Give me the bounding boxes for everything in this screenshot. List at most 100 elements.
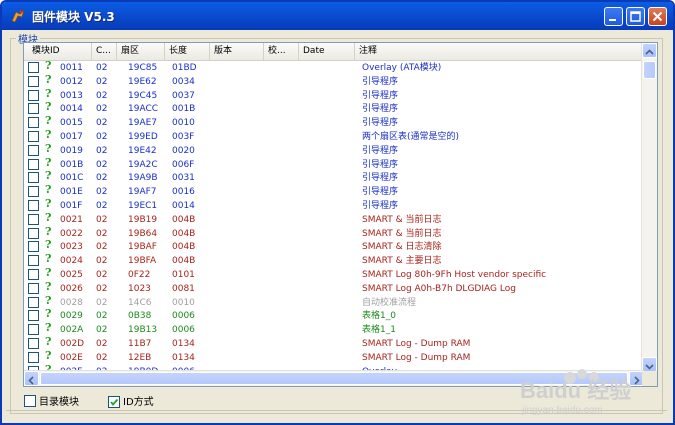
column-header-note[interactable]: 注释 — [355, 43, 644, 60]
table-row[interactable]: ? 0012 02 19E62 0034 引导程序 — [24, 73, 644, 89]
table-row[interactable]: ? 0013 02 19C45 0037 引导程序 — [24, 87, 644, 103]
table-row[interactable]: ? 0023 02 19BAF 004B SMART & 日志清除 — [24, 238, 644, 254]
title-bar[interactable]: 固件模块 V5.3 — [2, 2, 673, 30]
row-checkbox[interactable] — [28, 144, 39, 156]
sector-cell: 19BAF — [128, 242, 157, 253]
id-mode-checkbox[interactable] — [108, 396, 120, 408]
sector-cell: 0B38 — [128, 311, 152, 322]
table-row[interactable]: ? 0019 02 19E42 0020 引导程序 — [24, 142, 644, 158]
table-row[interactable]: ? 0029 02 0B38 0006 表格1_0 — [24, 307, 644, 323]
length-cell: 0101 — [172, 270, 195, 280]
dir-module-option[interactable]: 目录模块 — [24, 393, 79, 408]
length-cell: 0134 — [172, 352, 195, 363]
scroll-up-button[interactable] — [642, 43, 657, 58]
table-row[interactable]: ? 0024 02 19BFA 004B SMART & 主要日志 — [24, 252, 644, 268]
row-checkbox[interactable] — [28, 158, 39, 170]
question-mark-icon: ? — [45, 252, 52, 266]
dir-module-checkbox[interactable] — [24, 395, 36, 407]
module-id-cell: 0023 — [60, 242, 83, 253]
row-checkbox[interactable] — [28, 103, 39, 115]
question-mark-icon: ? — [45, 210, 52, 224]
table-row[interactable]: ? 002E 02 12EB 0134 SMART Log - Dump RAM — [24, 349, 644, 365]
module-id-cell: 001E — [60, 187, 83, 198]
row-checkbox[interactable] — [28, 131, 39, 142]
table-row[interactable]: ? 0015 02 19AE7 0010 引导程序 — [24, 114, 644, 130]
row-checkbox[interactable] — [28, 255, 39, 267]
module-id-cell: 0025 — [60, 270, 83, 280]
sector-cell: 19AF7 — [128, 187, 157, 198]
row-checkbox[interactable] — [28, 310, 39, 322]
row-checkbox[interactable] — [28, 117, 39, 129]
table-row[interactable]: ? 001B 02 19A2C 006F 引导程序 — [24, 155, 644, 172]
sector-cell: 12EB — [128, 352, 152, 363]
table-row[interactable]: ? 0028 02 14C6 0010 自动校准流程 — [24, 293, 644, 310]
table-row[interactable]: ? 002D 02 11B7 0134 SMART Log - Dump RAM — [24, 335, 644, 351]
row-checkbox[interactable] — [28, 282, 39, 294]
column-header-length[interactable]: 长度 — [165, 43, 210, 60]
table-row[interactable]: ? 0022 02 19B64 004B SMART & 当前日志 — [24, 224, 644, 241]
sector-cell: 19ACC — [128, 104, 159, 115]
length-cell: 0006 — [172, 311, 195, 322]
c-cell: 02 — [96, 173, 108, 184]
sector-cell: 19B19 — [128, 214, 158, 225]
row-checkbox[interactable] — [28, 296, 39, 308]
note-cell: 表格1_1 — [362, 325, 396, 336]
row-checkbox[interactable] — [28, 227, 39, 239]
list-rows: ? 0011 02 19C85 01BD Overlay (ATA模块)? 0012 02 19… — [24, 61, 644, 372]
question-mark-icon: ? — [45, 224, 52, 238]
column-header-version[interactable]: 版本 — [210, 43, 264, 60]
table-row[interactable]: ? 001E 02 19AF7 0016 引导程序 — [24, 183, 644, 199]
question-mark-icon: ? — [45, 128, 52, 141]
table-row[interactable]: ? 0017 02 199ED 003F 两个扇区表(通常是空的) — [24, 128, 644, 144]
table-row[interactable]: ? 0025 02 0F22 0101 SMART Log 80h-9Fh Host ve… — [24, 266, 644, 282]
row-checkbox[interactable] — [28, 62, 39, 73]
close-button[interactable] — [648, 7, 667, 26]
window-title: 固件模块 V5.3 — [32, 10, 115, 24]
table-row[interactable]: ? 0014 02 19ACC 001B 引导程序 — [24, 100, 644, 116]
c-cell: 02 — [96, 118, 108, 129]
column-header-checksum[interactable]: 校... — [264, 43, 299, 60]
question-mark-icon: ? — [45, 307, 52, 321]
id-mode-option[interactable]: ID方式 — [108, 393, 154, 408]
vertical-scroll-thumb[interactable] — [643, 61, 656, 79]
row-checkbox[interactable] — [28, 351, 39, 363]
minimize-icon — [609, 19, 616, 21]
column-header-c[interactable]: C... — [92, 43, 117, 60]
vertical-scrollbar[interactable] — [641, 43, 657, 372]
c-cell: 02 — [96, 228, 108, 239]
question-mark-icon: ? — [45, 293, 52, 307]
row-checkbox[interactable] — [28, 269, 39, 280]
module-id-cell: 001B — [60, 159, 84, 170]
length-cell: 004B — [172, 256, 196, 267]
table-row[interactable]: ? 0021 02 19B19 004B SMART & 当前日志 — [24, 210, 644, 227]
column-header-sector[interactable]: 扇区 — [117, 43, 165, 60]
table-row[interactable]: ? 001F 02 19EC1 0014 引导程序 — [24, 197, 644, 213]
minimize-button[interactable] — [604, 7, 623, 26]
note-cell: 引导程序 — [362, 90, 399, 101]
table-row[interactable]: ? 0011 02 19C85 01BD Overlay (ATA模块) — [24, 61, 644, 75]
row-checkbox[interactable] — [28, 213, 39, 225]
table-row[interactable]: ? 001C 02 19A9B 0031 引导程序 — [24, 169, 644, 185]
scroll-left-button[interactable] — [24, 371, 39, 386]
note-cell: 引导程序 — [362, 104, 399, 115]
sector-cell: 19B64 — [128, 228, 158, 239]
row-checkbox[interactable] — [28, 172, 39, 184]
row-checkbox[interactable] — [28, 89, 39, 101]
question-mark-icon: ? — [45, 155, 52, 169]
row-checkbox[interactable] — [28, 324, 39, 336]
row-checkbox[interactable] — [28, 186, 39, 198]
table-row[interactable]: ? 002A 02 19B13 0006 表格1_1 — [24, 321, 644, 337]
c-cell: 02 — [96, 283, 108, 294]
row-checkbox[interactable] — [28, 200, 39, 211]
row-checkbox[interactable] — [28, 338, 39, 349]
maximize-button[interactable] — [626, 7, 645, 26]
table-row[interactable]: ? 0026 02 1023 0081 SMART Log A0h-B7h DLGDIAG… — [24, 280, 644, 296]
column-header-module-id[interactable]: 模块ID — [24, 43, 92, 60]
checkmark-icon — [110, 398, 119, 406]
column-header-date[interactable]: Date — [299, 43, 355, 60]
maximize-icon — [630, 11, 641, 22]
module-list[interactable]: 模块ID C... 扇区 长度 版本 校... Date 注释 ? 0011 02 1… — [23, 42, 658, 387]
row-checkbox[interactable] — [28, 241, 39, 253]
row-checkbox[interactable] — [28, 75, 39, 87]
length-cell: 0034 — [172, 76, 195, 87]
